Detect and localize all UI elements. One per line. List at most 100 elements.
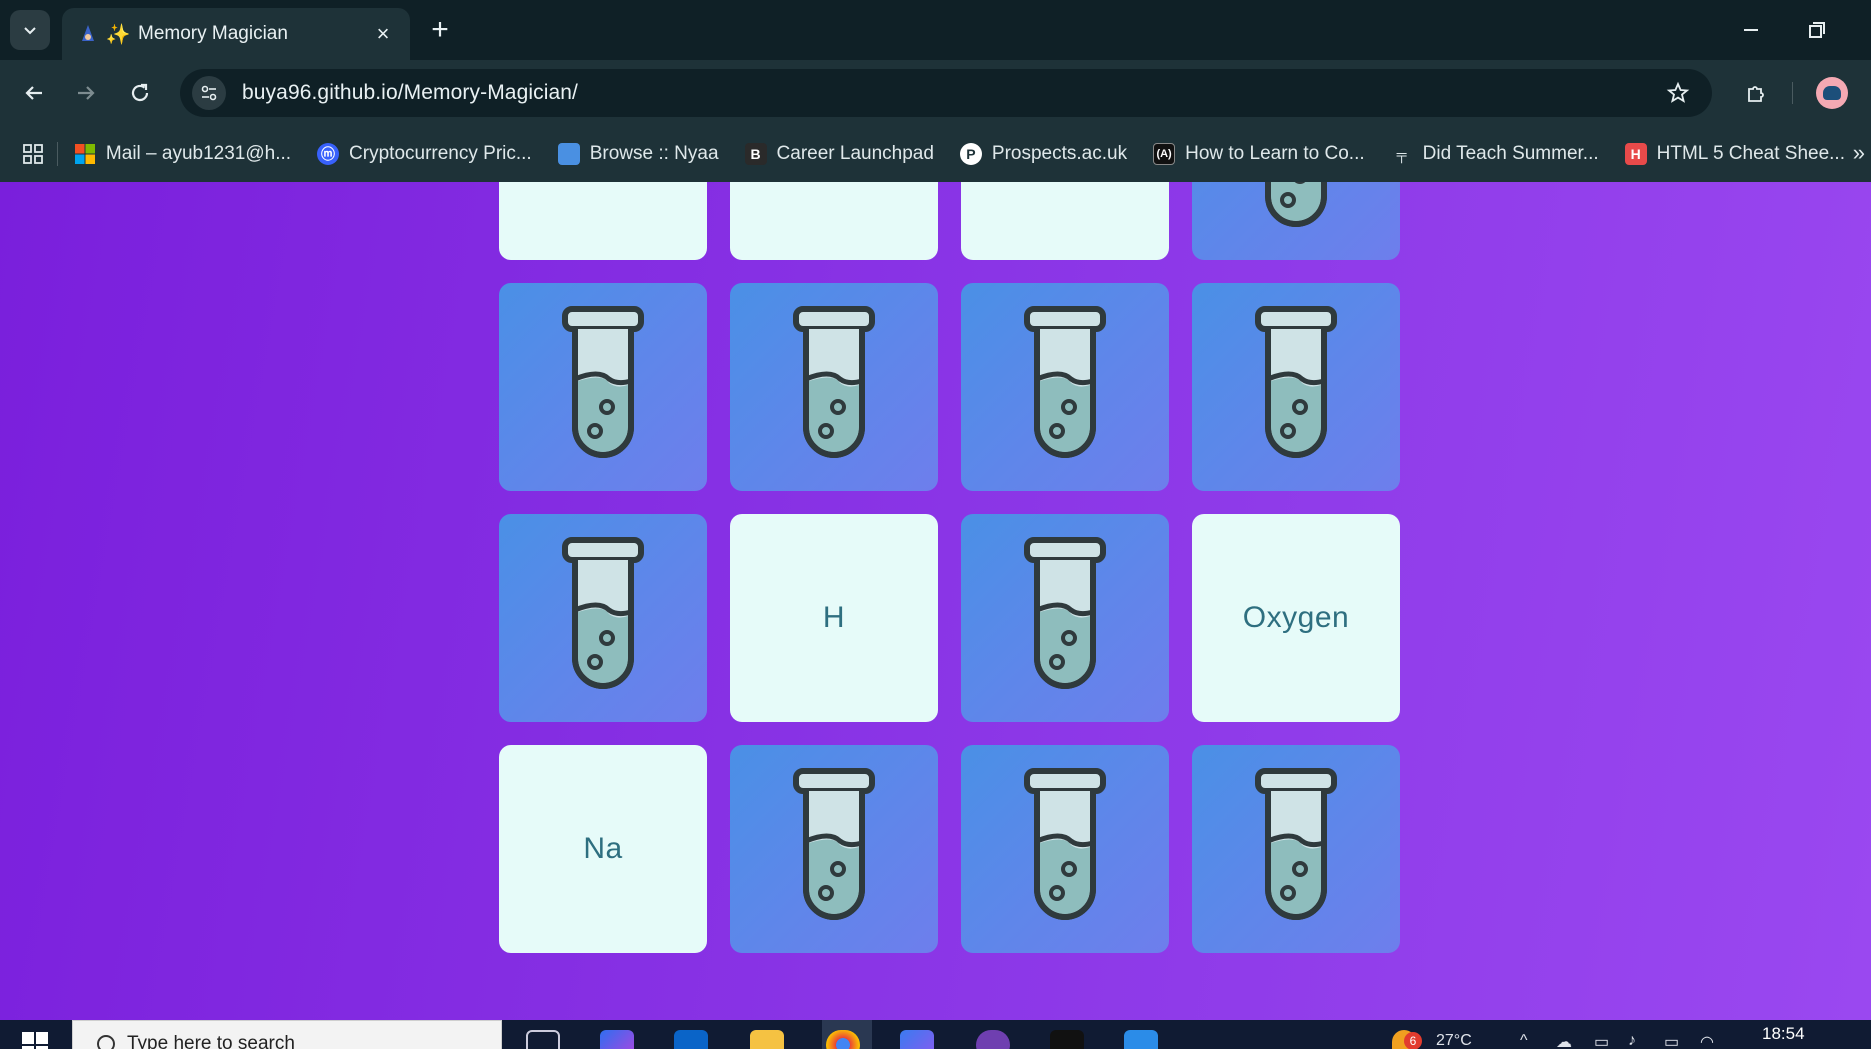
card-revealed[interactable]: Oxygen <box>1192 514 1400 722</box>
card-hidden[interactable] <box>961 514 1169 722</box>
copilot-icon[interactable] <box>600 1030 634 1049</box>
card-label: H <box>822 601 846 634</box>
search-placeholder: Type here to search <box>127 1033 295 1049</box>
card-hidden[interactable] <box>730 283 938 491</box>
sparkles-icon: ✨ <box>105 23 131 46</box>
notification-badge: 6 <box>1404 1032 1422 1049</box>
card-revealed[interactable]: Hydrogen <box>961 182 1169 260</box>
bookmark-star-icon[interactable] <box>1666 81 1690 105</box>
more-bookmarks-icon[interactable]: » <box>1853 140 1865 166</box>
bookmark-nyaa[interactable]: Browse :: Nyaa <box>557 143 719 165</box>
bookmark-did-teach[interactable]: ╤ Did Teach Summer... <box>1391 143 1599 165</box>
battery-icon[interactable]: ▭ <box>1664 1032 1679 1049</box>
vscode-icon[interactable] <box>1124 1030 1158 1049</box>
search-icon <box>97 1035 115 1049</box>
bookmark-label: Cryptocurrency Pric... <box>349 143 532 164</box>
career-launchpad-icon: B <box>744 143 767 165</box>
taskbar-search-box[interactable]: Type here to search <box>72 1020 502 1049</box>
task-view-icon[interactable] <box>526 1030 560 1049</box>
card-grid: Sodium O Hydrogen H Oxygen Na <box>499 182 1400 953</box>
onedrive-icon[interactable]: ☁ <box>1556 1032 1572 1049</box>
extensions-button[interactable] <box>1738 75 1774 111</box>
html-cheatsheet-icon: H <box>1624 143 1647 165</box>
test-tube-icon <box>1255 306 1337 458</box>
file-explorer-icon[interactable] <box>750 1030 784 1049</box>
bookmark-prospects[interactable]: P Prospects.ac.uk <box>959 143 1128 165</box>
chevron-down-icon <box>24 27 36 35</box>
bookmark-html-cheatsheet[interactable]: H HTML 5 Cheat Shee... <box>1624 143 1845 165</box>
bookmark-mail[interactable]: Mail – ayub1231@h... <box>74 143 291 165</box>
learn-code-icon: (A) <box>1153 143 1176 165</box>
tab-strip: ✨ Memory Magician × + <box>0 0 1871 60</box>
bookmark-label: HTML 5 Cheat Shee... <box>1656 143 1845 164</box>
bookmark-career-launchpad[interactable]: B Career Launchpad <box>744 143 934 165</box>
github-desktop-icon[interactable] <box>976 1030 1010 1049</box>
card-revealed[interactable]: Na <box>499 745 707 953</box>
toolbar-divider <box>1792 82 1793 104</box>
capcut-icon[interactable] <box>1050 1030 1084 1049</box>
bookmark-label: Did Teach Summer... <box>1422 143 1599 164</box>
new-tab-button[interactable]: + <box>424 13 456 46</box>
card-hidden[interactable] <box>499 514 707 722</box>
coinmarketcap-icon: ⓜ <box>317 143 340 165</box>
wizard-favicon-icon <box>76 22 100 46</box>
card-label: Na <box>583 832 623 865</box>
card-revealed[interactable]: Sodium <box>499 182 707 260</box>
site-settings-icon[interactable] <box>192 76 226 110</box>
tab-search-button[interactable] <box>10 10 50 50</box>
bookmarks-divider <box>57 142 58 166</box>
test-tube-icon <box>1024 537 1106 689</box>
copilot-app-icon[interactable] <box>900 1030 934 1049</box>
puzzle-icon <box>1748 86 1764 102</box>
avatar-icon <box>1823 86 1841 100</box>
arrow-left-icon <box>25 86 42 100</box>
url-text: buya96.github.io/Memory-Magician/ <box>242 81 578 104</box>
forward-button[interactable] <box>68 75 104 111</box>
volume-icon[interactable]: ♪ <box>1628 1032 1636 1049</box>
address-bar[interactable]: buya96.github.io/Memory-Magician/ <box>180 69 1712 117</box>
back-button[interactable] <box>16 75 52 111</box>
apps-grid-icon[interactable] <box>20 134 45 174</box>
temperature-text: 27°C <box>1436 1032 1472 1049</box>
card-hidden[interactable] <box>1192 283 1400 491</box>
network-icon[interactable]: ▭ <box>1594 1032 1609 1049</box>
tab-title: Memory Magician <box>138 23 288 44</box>
card-revealed[interactable]: H <box>730 514 938 722</box>
test-tube-icon <box>793 768 875 920</box>
minimize-icon[interactable] <box>1735 14 1767 46</box>
card-hidden[interactable] <box>1192 182 1400 260</box>
card-hidden[interactable] <box>961 283 1169 491</box>
card-revealed[interactable]: O <box>730 182 938 260</box>
windows-taskbar: Type here to search 6 27°C ^ ☁ ▭ ♪ ▭ ◠ 1… <box>0 1020 1871 1049</box>
card-hidden[interactable] <box>499 283 707 491</box>
pin-icon: ╤ <box>1396 146 1407 162</box>
show-hidden-icons-icon[interactable]: ^ <box>1520 1032 1528 1049</box>
card-hidden[interactable] <box>961 745 1169 953</box>
tab-memory-magician[interactable]: ✨ Memory Magician × <box>62 8 410 60</box>
test-tube-icon <box>1024 768 1106 920</box>
reload-button[interactable] <box>122 75 158 111</box>
card-label: Oxygen <box>1242 601 1350 634</box>
bookmark-learn-code[interactable]: (A) How to Learn to Co... <box>1153 143 1365 165</box>
restore-icon[interactable] <box>1800 14 1832 46</box>
arrow-right-icon <box>78 86 95 100</box>
test-tube-icon <box>1265 182 1327 227</box>
bookmark-label: Prospects.ac.uk <box>991 143 1128 164</box>
test-tube-icon <box>1024 306 1106 458</box>
windows-start-icon[interactable] <box>20 1030 50 1049</box>
browser-toolbar: buya96.github.io/Memory-Magician/ <box>0 60 1871 126</box>
card-hidden[interactable] <box>730 745 938 953</box>
bookmark-label: Career Launchpad <box>776 143 934 164</box>
prospects-icon: P <box>959 143 982 165</box>
bookmarks-bar: Mail – ayub1231@h... ⓜ Cryptocurrency Pr… <box>0 126 1871 182</box>
microsoft-icon <box>74 143 96 165</box>
bookmark-cryptocurrency[interactable]: ⓜ Cryptocurrency Pric... <box>317 143 532 165</box>
chrome-icon[interactable] <box>826 1030 860 1049</box>
card-hidden[interactable] <box>1192 745 1400 953</box>
wifi-icon[interactable]: ◠ <box>1700 1032 1714 1049</box>
close-tab-icon[interactable]: × <box>370 21 396 47</box>
taskbar-clock[interactable]: 18:54 <box>1762 1024 1805 1044</box>
outlook-icon[interactable] <box>674 1030 708 1049</box>
test-tube-icon <box>562 306 644 458</box>
profile-avatar[interactable] <box>1816 77 1848 109</box>
